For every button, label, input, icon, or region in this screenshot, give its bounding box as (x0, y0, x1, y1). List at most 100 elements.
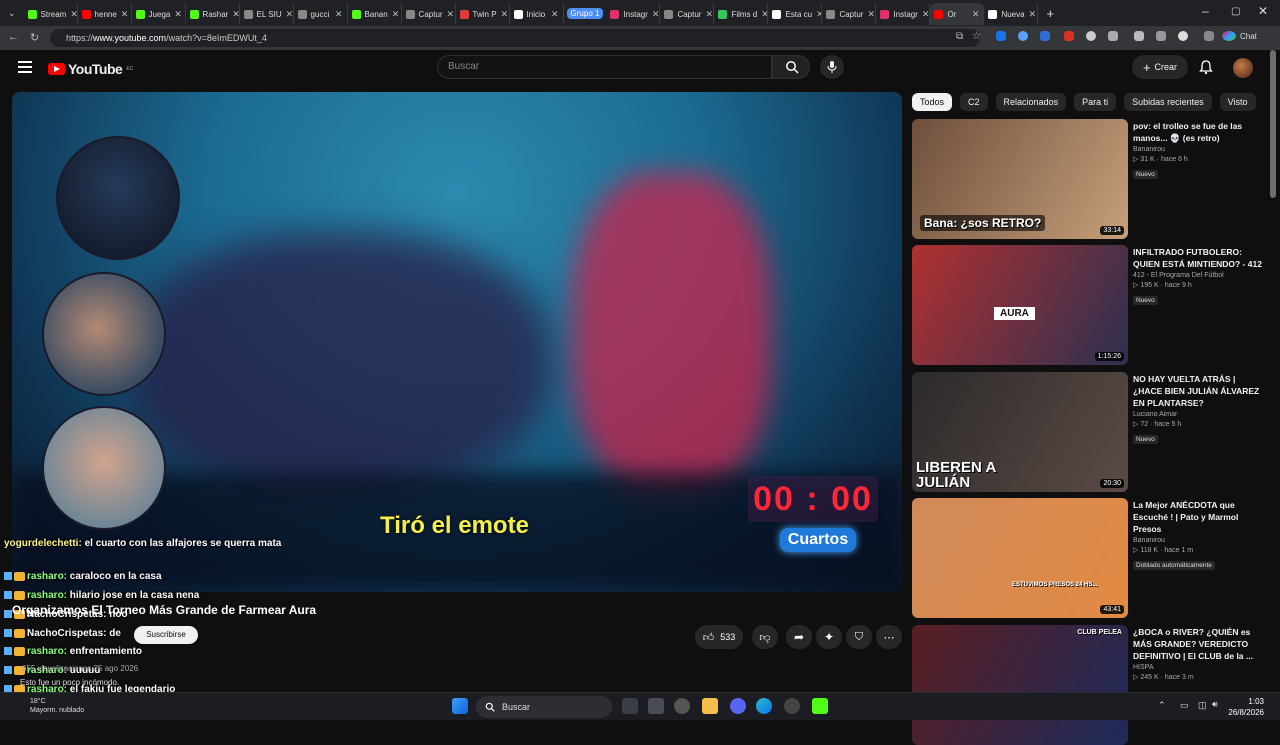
tab-close-icon[interactable]: ✕ (70, 9, 76, 20)
filter-chip[interactable]: Subidas recientes (1124, 93, 1212, 111)
channel-name[interactable]: 412 - El Programa Del Fútbol (1133, 272, 1265, 279)
filter-chip[interactable]: Visto (1219, 93, 1256, 111)
recommended-video[interactable]: LIBEREN A JULIÁN 20:30 NO HAY VUELTA ATRÁS… (912, 372, 1272, 492)
tab-close-icon[interactable]: ✕ (761, 9, 767, 20)
video-title[interactable]: INFILTRADO FUTBOLERO: QUIEN ESTÁ MINTIEN… (1133, 246, 1265, 270)
network-icon[interactable]: ◫ (1198, 700, 1207, 711)
video-description[interactable]: Esto fue un poco incómodo. (20, 678, 119, 687)
menu-dots-icon[interactable] (1204, 31, 1214, 41)
video-player[interactable]: Tiró el emote 00 : 00 Cuartos (12, 92, 902, 592)
subscribe-button[interactable]: Suscribirse (134, 626, 198, 644)
close-window-button[interactable]: ✕ (1258, 4, 1268, 18)
filter-chip[interactable]: Todos (912, 93, 953, 111)
chat-button[interactable]: Chat (1240, 32, 1257, 41)
video-thumbnail[interactable]: Bana: ¿sos RETRO? 33:14 (912, 119, 1128, 239)
filter-chip[interactable]: C2 (960, 93, 988, 111)
maximize-button[interactable]: ▢ (1231, 6, 1240, 17)
browser-tab[interactable]: Captur ✕ (660, 3, 715, 25)
tab-close-icon[interactable]: ✕ (922, 9, 930, 20)
notifications-bell-icon[interactable] (1198, 59, 1214, 75)
recommended-video[interactable]: AURA 1:15:26 INFILTRADO FUTBOLERO: QUIEN E… (912, 245, 1272, 365)
video-title[interactable]: ¿BOCA o RIVER? ¿QUIÉN es MÁS GRANDE? VER… (1133, 626, 1265, 662)
save-button[interactable]: ⛉ (846, 625, 872, 649)
profile-avatar[interactable] (1178, 31, 1188, 41)
more-actions-button[interactable]: ⋯ (876, 625, 902, 649)
browser-tab[interactable]: gucci ✕ (294, 3, 348, 25)
discord-icon[interactable] (730, 698, 746, 714)
reload-icon[interactable]: ↻ (30, 31, 39, 44)
task-view-icon[interactable] (622, 698, 638, 714)
url-field[interactable]: https://www.youtube.com/watch?v=8eImEDWU… (50, 29, 980, 47)
filter-chip[interactable]: Relacionados (995, 93, 1067, 111)
browser-tab[interactable]: Esta cu✕ (768, 3, 823, 25)
clock[interactable]: 1:03 26/8/2026 (1224, 696, 1264, 718)
extension-icon[interactable] (1018, 31, 1028, 41)
edge-icon[interactable] (756, 698, 772, 714)
kick-icon[interactable] (812, 698, 828, 714)
browser-tab[interactable]: Twin P ✕ (456, 3, 510, 25)
like-button[interactable]: 👍︎ 533 (695, 625, 743, 649)
tab-close-icon[interactable]: ✕ (551, 9, 559, 20)
settings-icon[interactable] (1134, 31, 1144, 41)
back-icon[interactable]: ← (8, 31, 19, 43)
video-title[interactable]: pov: el trolleo se fue de las manos... 💀… (1133, 120, 1265, 144)
tab-close-icon[interactable]: ✕ (447, 9, 455, 20)
share-button[interactable]: ➦ (786, 625, 812, 649)
extension-icon[interactable] (1064, 31, 1074, 41)
chrome-icon[interactable] (674, 698, 690, 714)
dislike-button[interactable]: 👎︎ (752, 625, 778, 649)
tab-close-icon[interactable]: ✕ (867, 9, 875, 20)
new-tab-button[interactable]: + (1038, 6, 1062, 21)
tab-close-icon[interactable]: ✕ (232, 9, 238, 20)
video-thumbnail[interactable]: LIBEREN A JULIÁN 20:30 (912, 372, 1128, 492)
recommended-video[interactable]: ESTUVIMOS PRESOS 24 HS... 43:41 La Mejor A… (912, 498, 1272, 618)
browser-tab[interactable]: Instagr ✕ (876, 3, 931, 25)
start-windows-icon[interactable] (452, 698, 468, 714)
browser-tab[interactable]: Films d ✕ (714, 3, 769, 25)
tab-close-icon[interactable]: ✕ (174, 9, 182, 20)
voice-search-button[interactable] (820, 55, 844, 79)
recommended-video[interactable]: CLUB PELEA ¿BOCA o RIVER? ¿QUIÉN es MÁS G… (912, 625, 1272, 745)
ask-button[interactable]: ✦ (816, 625, 842, 649)
browser-tab[interactable]: Or ✕ (930, 3, 985, 25)
browser-tab[interactable]: Juega ✕ (132, 3, 186, 25)
account-avatar[interactable] (1233, 58, 1253, 78)
weather-widget[interactable]: 18°C Mayorm. nublado (30, 697, 84, 715)
browser-tab[interactable]: Instagr ✕ (606, 3, 661, 25)
copilot-icon[interactable] (1222, 31, 1236, 41)
video-thumbnail[interactable]: AURA 1:15:26 (912, 245, 1128, 365)
minimize-button[interactable]: – (1202, 4, 1209, 18)
search-button[interactable] (772, 55, 810, 79)
tab-close-icon[interactable]: ✕ (121, 9, 129, 20)
tab-search-chevron-icon[interactable]: ⌄ (0, 8, 24, 19)
channel-name[interactable]: HISPA (1133, 664, 1265, 671)
filter-chip[interactable]: Para ti (1074, 93, 1117, 111)
video-title[interactable]: NO HAY VUELTA ATRÁS | ¿HACE BIEN JULIÁN … (1133, 373, 1265, 409)
browser-tab[interactable]: Stream ✕ (24, 3, 78, 25)
tray-chevron-icon[interactable]: ⌃ (1158, 700, 1166, 711)
video-title[interactable]: La Mejor ANÉCDOTA que Escuché ! | Pato y… (1133, 499, 1265, 535)
channel-name[interactable]: Bananirou (1133, 146, 1265, 153)
extension-icon[interactable] (1086, 31, 1096, 41)
widgets-icon[interactable] (648, 698, 664, 714)
browser-tab[interactable]: Inicio ✕ (510, 3, 564, 25)
channel-name[interactable]: Bananirou (1133, 537, 1265, 544)
tab-close-icon[interactable]: ✕ (972, 9, 980, 20)
extension-icon[interactable] (996, 31, 1006, 41)
tab-close-icon[interactable]: ✕ (392, 9, 400, 20)
tray-keyboard-icon[interactable]: ▭ (1180, 700, 1189, 711)
tab-close-icon[interactable]: ✕ (286, 9, 293, 20)
hamburger-menu-icon[interactable] (18, 61, 32, 76)
browser-tab[interactable]: EL SIU ✕ (240, 3, 294, 25)
browser-tab[interactable]: Rashar ✕ (186, 3, 240, 25)
tab-close-icon[interactable]: ✕ (335, 9, 343, 20)
search-input[interactable]: Buscar (437, 55, 772, 79)
puzzle-icon[interactable] (1108, 31, 1118, 41)
obs-icon[interactable] (784, 698, 800, 714)
video-thumbnail[interactable]: CLUB PELEA (912, 625, 1128, 745)
browser-tab[interactable]: henne ✕ (78, 3, 132, 25)
create-button[interactable]: + Crear (1132, 55, 1188, 79)
tab-group-label[interactable]: Grupo 1 (566, 7, 604, 19)
tab-close-icon[interactable]: ✕ (652, 9, 660, 20)
volume-icon[interactable]: 🔊︎ (1212, 699, 1218, 710)
